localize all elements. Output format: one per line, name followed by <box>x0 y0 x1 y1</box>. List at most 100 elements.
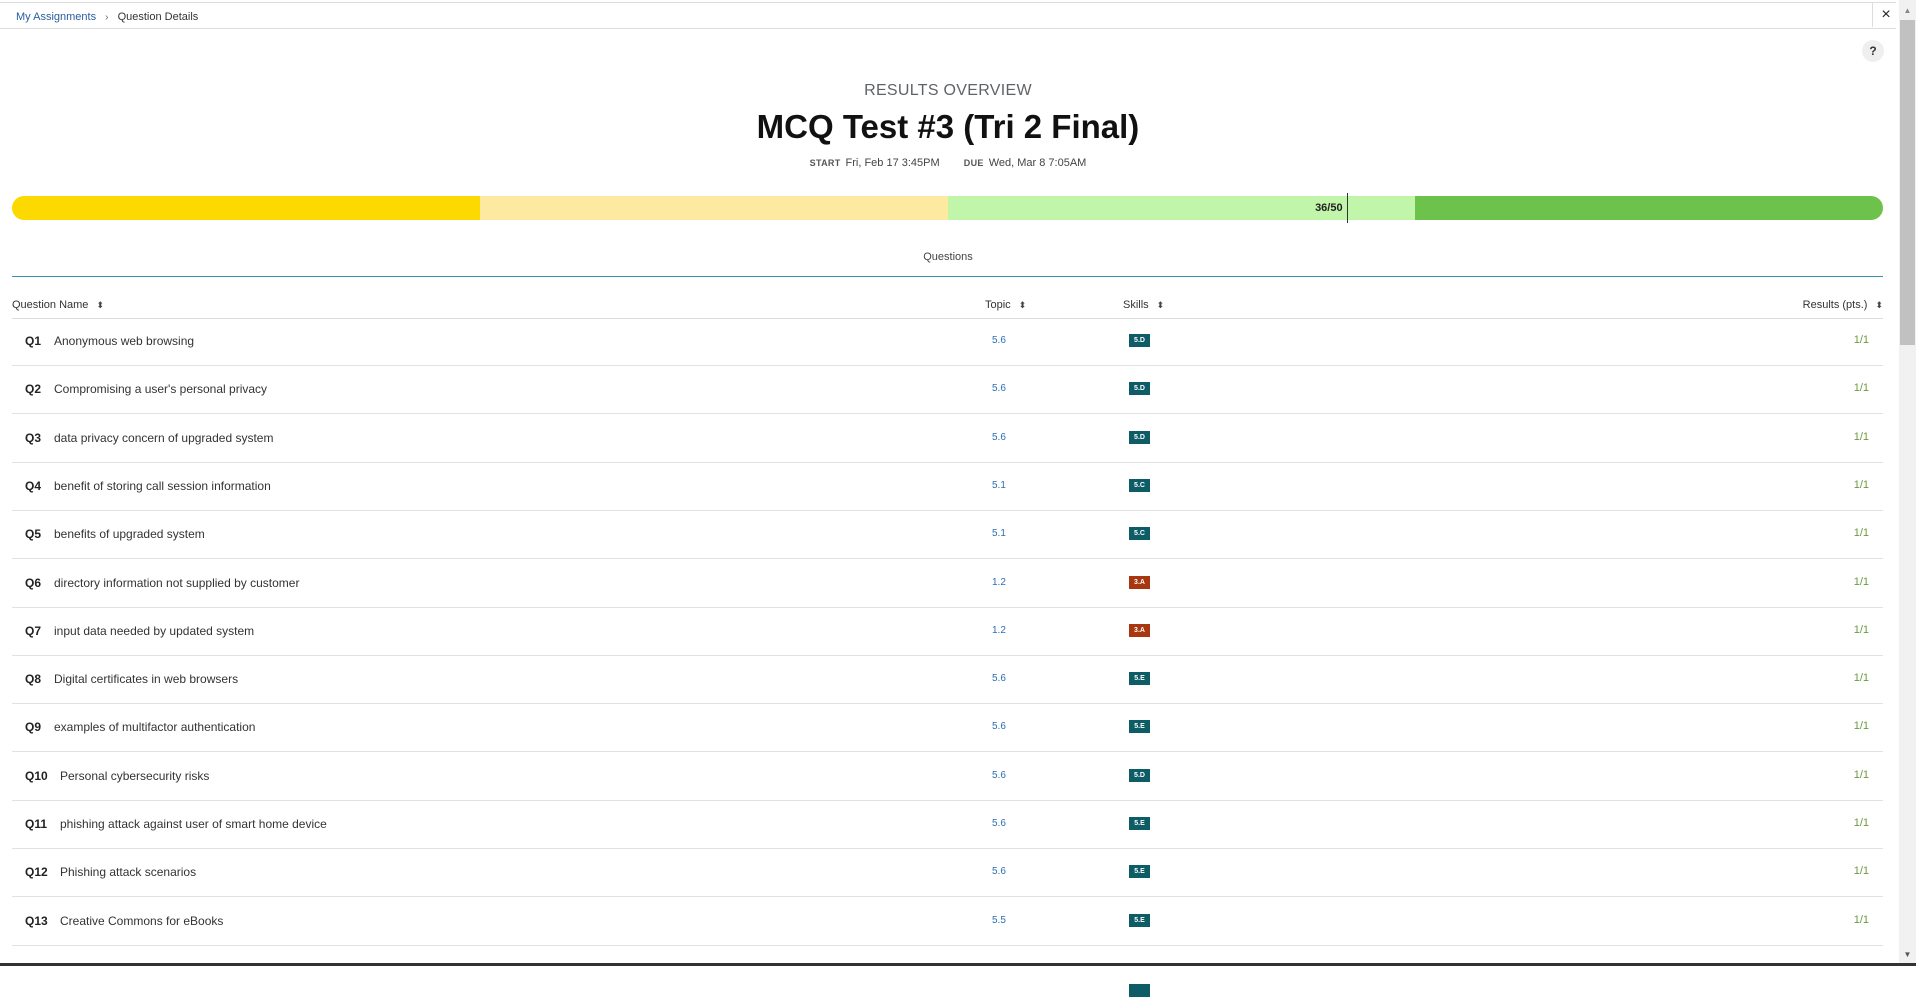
skill-badge: 5.D <box>1129 382 1150 396</box>
skill-badge: 5.E <box>1129 865 1150 879</box>
result-points: 1/1 <box>1853 478 1869 491</box>
topic-link[interactable]: 5.1 <box>992 480 1006 491</box>
column-header-topic[interactable]: Topic ⬍ <box>985 299 1026 311</box>
topic-link[interactable]: 5.6 <box>992 721 1006 732</box>
question-name: directory information not supplied by cu… <box>54 575 300 590</box>
skill-badge: 5.E <box>1129 817 1150 830</box>
table-row[interactable]: Q4 benefit of storing call session inform… <box>12 463 1883 511</box>
top-bar: My Assignments › Question Details <box>0 2 1896 29</box>
score-marker <box>1346 193 1348 223</box>
scroll-down-arrow-icon[interactable]: ▼ <box>1899 946 1916 963</box>
topic-link[interactable]: 5.6 <box>992 383 1006 394</box>
question-number: Q8 <box>25 672 42 687</box>
question-number: Q2 <box>25 382 42 397</box>
score-bar-segment-3 <box>947 196 1416 220</box>
table-row[interactable]: Q1 Anonymous web browsing 5.6 5.D 1/1 <box>12 318 1883 366</box>
skill-badge: 5.E <box>1129 720 1150 734</box>
question-number: Q4 <box>25 478 42 493</box>
topic-link[interactable]: 5.5 <box>992 915 1006 926</box>
question-name: benefits of upgraded system <box>54 527 205 542</box>
sort-icon[interactable]: ⬍ <box>96 300 104 310</box>
result-points: 1/1 <box>1853 430 1869 443</box>
topic-link[interactable]: 1.2 <box>992 625 1006 636</box>
question-name: Phishing attack scenarios <box>60 865 197 880</box>
question-name: Personal cybersecurity risks <box>60 768 210 783</box>
table-row[interactable]: Q6 directory information not supplied by … <box>12 560 1883 608</box>
question-number: Q13 <box>25 913 48 928</box>
skill-badge: 5.E <box>1129 913 1150 927</box>
table-row[interactable]: Q10 Personal cybersecurity risks 5.6 5.D 1/1 <box>12 753 1883 801</box>
result-points: 1/1 <box>1853 817 1869 829</box>
result-points: 1/1 <box>1853 865 1869 878</box>
question-name: examples of multifactor authentication <box>54 720 256 735</box>
column-header-question-name[interactable]: Question Name ⬍ <box>12 299 104 311</box>
sort-icon[interactable]: ⬍ <box>1157 300 1165 310</box>
result-points: 1/1 <box>1853 623 1869 636</box>
topic-link[interactable]: 5.6 <box>992 432 1006 443</box>
table-header: Question Name ⬍ Topic ⬍ Skills ⬍ Results (p… <box>12 299 1883 319</box>
result-points: 1/1 <box>1853 913 1869 926</box>
column-label: Topic <box>985 299 1011 311</box>
table-row[interactable]: Q3 data privacy concern of upgraded syste… <box>12 415 1883 463</box>
result-points: 1/1 <box>1853 575 1869 588</box>
score-bar-segment-1 <box>12 196 480 220</box>
question-name: input data needed by updated system <box>54 623 255 638</box>
question-name: Anonymous web browsing <box>54 334 195 348</box>
column-header-results[interactable]: Results (pts.) ⬍ <box>1803 299 1883 311</box>
topic-link[interactable]: 5.6 <box>992 866 1006 877</box>
score-label: 36/50 <box>1315 202 1343 214</box>
table-row[interactable]: Q11 phishing attack against user of smart… <box>12 801 1883 849</box>
page-title: MCQ Test #3 (Tri 2 Final) <box>756 108 1140 145</box>
question-name: Creative Commons for eBooks <box>60 913 224 928</box>
breadcrumb: My Assignments › Question Details <box>16 11 198 23</box>
sort-icon[interactable]: ⬍ <box>1019 300 1027 310</box>
table-row[interactable]: Q12 Phishing attack scenarios 5.6 5.E 1/1 <box>12 849 1883 898</box>
sort-icon[interactable]: ⬍ <box>1875 300 1883 310</box>
result-points: 1/1 <box>1853 382 1869 395</box>
score-bar-segment-2 <box>479 196 948 220</box>
result-points: 1/1 <box>1853 720 1869 733</box>
table-row[interactable]: Q2 Compromising a user's personal privacy… <box>12 366 1883 415</box>
breadcrumb-current: Question Details <box>117 11 199 23</box>
topic-link[interactable]: 5.6 <box>992 818 1006 829</box>
topic-link[interactable]: 1.2 <box>992 577 1006 588</box>
table-row[interactable]: Q5 benefits of upgraded system 5.1 5.C 1/1 <box>12 511 1883 560</box>
skill-badge <box>1129 983 1150 997</box>
start-key: START <box>809 158 841 168</box>
tab-questions[interactable]: Questions <box>0 251 1896 263</box>
skill-badge: 3.A <box>1129 623 1150 637</box>
assignment-dates: START Fri, Feb 17 3:45PM DUE Wed, Mar 8 7:… <box>0 157 1896 169</box>
vertical-scrollbar[interactable]: ▲ ▼ <box>1899 0 1916 963</box>
help-button[interactable]: ? <box>1862 40 1884 62</box>
scroll-up-arrow-icon[interactable]: ▲ <box>1899 2 1916 19</box>
topic-link[interactable]: 5.6 <box>992 673 1006 684</box>
table-row[interactable]: Q9 examples of multifactor authentication… <box>12 704 1883 753</box>
skill-badge: 5.D <box>1129 768 1150 782</box>
close-button[interactable]: × <box>1872 2 1899 27</box>
column-label: Results (pts.) <box>1802 299 1868 311</box>
result-points: 1/1 <box>1853 768 1869 781</box>
question-name: Digital certificates in web browsers <box>54 672 239 687</box>
topic-link[interactable]: 5.6 <box>992 335 1006 346</box>
table-row[interactable]: Q7 input data needed by updated system 1.2… <box>12 608 1883 656</box>
breadcrumb-chevron-icon: › <box>105 12 109 23</box>
scrollbar-thumb[interactable] <box>1900 20 1915 345</box>
table-row[interactable]: Q13 Creative Commons for eBooks 5.5 5.E 1/1 <box>12 898 1883 946</box>
question-number: Q7 <box>25 623 42 638</box>
question-name: phishing attack against user of smart ho… <box>60 817 327 831</box>
topic-link[interactable]: 5.1 <box>992 528 1006 539</box>
skill-badge: 5.E <box>1129 672 1150 686</box>
topic-link[interactable]: 5.6 <box>992 770 1006 781</box>
question-name: data privacy concern of upgraded system <box>54 430 274 445</box>
question-number: Q11 <box>25 817 48 831</box>
question-mark-icon: ? <box>1869 44 1877 58</box>
column-header-skills[interactable]: Skills ⬍ <box>1123 299 1164 311</box>
column-label: Skills <box>1123 299 1149 311</box>
table-row[interactable]: Q8 Digital certificates in web browsers 5.… <box>12 656 1883 705</box>
score-progress-bar <box>12 196 1883 220</box>
question-number: Q12 <box>25 865 48 880</box>
breadcrumb-my-assignments[interactable]: My Assignments <box>16 11 96 23</box>
table-row[interactable] <box>12 946 1883 997</box>
question-number: Q10 <box>25 768 48 783</box>
close-icon: × <box>1881 5 1891 23</box>
